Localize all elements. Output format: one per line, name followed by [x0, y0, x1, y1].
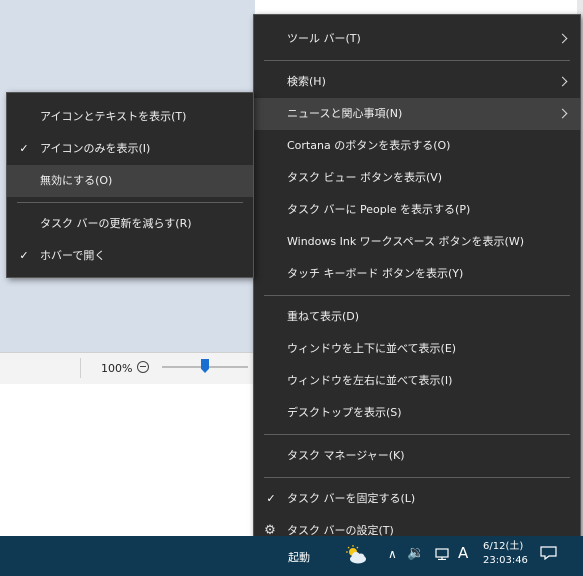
submenu-item-turn-off[interactable]: 無効にする(O): [7, 165, 253, 197]
menu-item-label: ウィンドウを左右に並べて表示(I): [287, 374, 453, 387]
taskbar-context-menu: ツール バー(T) 検索(H) ニュースと関心事項(N) Cortana のボタ…: [253, 14, 581, 546]
checkmark-icon: ✓: [19, 249, 29, 262]
chevron-right-icon: [557, 76, 568, 87]
submenu-item-open-on-hover[interactable]: ✓ ホバーで開く: [7, 240, 253, 272]
menu-item-label: タスク マネージャー(K): [287, 449, 405, 462]
menu-item-task-view-button[interactable]: タスク ビュー ボタンを表示(V): [254, 162, 580, 194]
submenu-item-show-icon-only[interactable]: ✓ アイコンのみを表示(I): [7, 133, 253, 165]
menu-separator: [264, 434, 570, 435]
menu-item-label: タスク バーを固定する(L): [287, 492, 416, 505]
menu-item-label: デスクトップを表示(S): [287, 406, 402, 419]
taskbar: 起動 ∧ 🔉 A 6/12(土) 23:03:46: [0, 536, 583, 576]
chevron-right-icon: [557, 108, 568, 119]
weather-sun-cloud-icon[interactable]: [345, 545, 367, 565]
taskbar-clock[interactable]: 6/12(土) 23:03:46: [483, 540, 528, 568]
zoom-level-label: 100%: [101, 362, 133, 375]
menu-item-side-by-side-windows[interactable]: ウィンドウを左右に並べて表示(I): [254, 365, 580, 397]
menu-item-cortana-button[interactable]: Cortana のボタンを表示する(O): [254, 130, 580, 162]
menu-item-label: タスク ビュー ボタンを表示(V): [287, 171, 443, 184]
menu-item-search[interactable]: 検索(H): [254, 66, 580, 98]
checkmark-icon: ✓: [19, 142, 29, 155]
menu-item-touch-keyboard[interactable]: タッチ キーボード ボタンを表示(Y): [254, 258, 580, 290]
menu-separator: [264, 477, 570, 478]
menu-item-windows-ink[interactable]: Windows Ink ワークスペース ボタンを表示(W): [254, 226, 580, 258]
menu-item-task-manager[interactable]: タスク マネージャー(K): [254, 440, 580, 472]
notification-icon[interactable]: [540, 546, 557, 560]
menu-item-label: Cortana のボタンを表示する(O): [287, 139, 451, 152]
menu-item-people[interactable]: タスク バーに People を表示する(P): [254, 194, 580, 226]
checkmark-icon: ✓: [266, 492, 276, 505]
clock-time: 23:03:46: [483, 555, 528, 566]
menu-item-label: ウィンドウを上下に並べて表示(E): [287, 342, 457, 355]
menu-item-label: ホバーで開く: [40, 249, 106, 262]
menu-item-label: Windows Ink ワークスペース ボタンを表示(W): [287, 235, 524, 248]
menu-item-cascade-windows[interactable]: 重ねて表示(D): [254, 301, 580, 333]
menu-item-label: タスク バーの更新を減らす(R): [40, 217, 192, 230]
menu-item-news-and-interests[interactable]: ニュースと関心事項(N): [254, 98, 580, 130]
menu-item-label: 検索(H): [287, 75, 326, 88]
taskbar-app-label[interactable]: 起動: [288, 549, 310, 565]
menu-item-label: アイコンとテキストを表示(T): [40, 110, 187, 123]
menu-item-label: 無効にする(O): [40, 174, 113, 187]
chevron-right-icon: [557, 33, 568, 44]
menu-item-label: ツール バー(T): [287, 32, 361, 45]
chevron-up-icon[interactable]: ∧: [388, 547, 397, 561]
submenu-item-reduce-updates[interactable]: タスク バーの更新を減らす(R): [7, 208, 253, 240]
menu-item-label: ニュースと関心事項(N): [287, 107, 403, 120]
menu-separator: [17, 202, 243, 203]
ime-mode-indicator[interactable]: A: [458, 544, 468, 562]
menu-item-label: タスク バーに People を表示する(P): [287, 203, 471, 216]
speaker-icon[interactable]: 🔉: [407, 545, 424, 561]
menu-item-lock-taskbar[interactable]: ✓ タスク バーを固定する(L): [254, 483, 580, 515]
zoom-out-icon[interactable]: [137, 361, 149, 373]
menu-separator: [264, 295, 570, 296]
menu-item-toolbars[interactable]: ツール バー(T): [254, 23, 580, 55]
statusbar-divider: [80, 358, 81, 378]
clock-date: 6/12(土): [483, 541, 524, 552]
menu-separator: [264, 60, 570, 61]
news-submenu: アイコンとテキストを表示(T) ✓ アイコンのみを表示(I) 無効にする(O) …: [6, 92, 254, 278]
menu-item-label: 重ねて表示(D): [287, 310, 360, 323]
submenu-item-show-icon-and-text[interactable]: アイコンとテキストを表示(T): [7, 101, 253, 133]
menu-item-label: アイコンのみを表示(I): [40, 142, 151, 155]
menu-item-label: タッチ キーボード ボタンを表示(Y): [287, 267, 464, 280]
network-icon[interactable]: [434, 548, 450, 560]
menu-item-show-desktop[interactable]: デスクトップを表示(S): [254, 397, 580, 429]
menu-item-stack-windows[interactable]: ウィンドウを上下に並べて表示(E): [254, 333, 580, 365]
